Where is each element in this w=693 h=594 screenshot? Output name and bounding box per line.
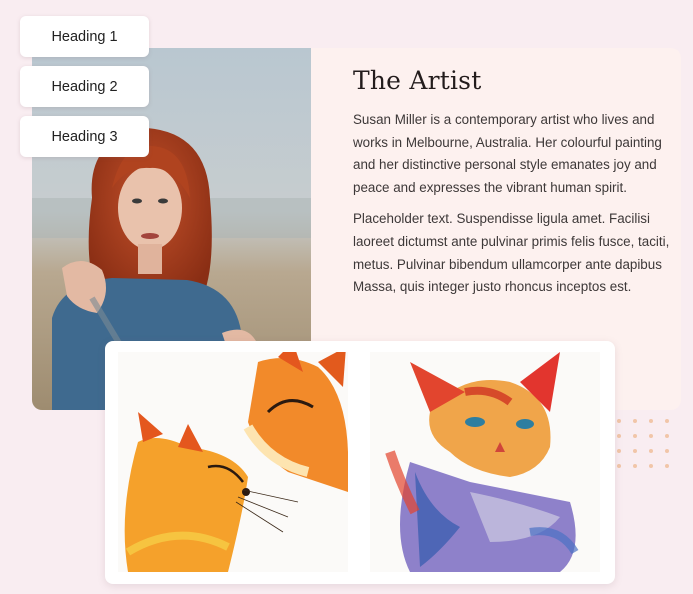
heading-2-button[interactable]: Heading 2 <box>20 66 149 107</box>
decorative-dots <box>617 419 669 468</box>
watercolor-foxes-image <box>118 352 348 572</box>
cat-painting <box>370 352 600 572</box>
artist-text-panel: The Artist Susan Miller is a contemporar… <box>353 66 673 308</box>
foxes-painting <box>118 352 348 572</box>
heading-3-button[interactable]: Heading 3 <box>20 116 149 157</box>
placeholder-paragraph: Placeholder text. Suspendisse ligula ame… <box>353 211 670 295</box>
artist-title: The Artist <box>353 66 482 95</box>
artist-bio-paragraph: Susan Miller is a contemporary artist wh… <box>353 112 662 195</box>
gallery-card <box>105 341 615 584</box>
heading-1-button[interactable]: Heading 1 <box>20 16 149 57</box>
watercolor-cat-image <box>370 352 600 572</box>
